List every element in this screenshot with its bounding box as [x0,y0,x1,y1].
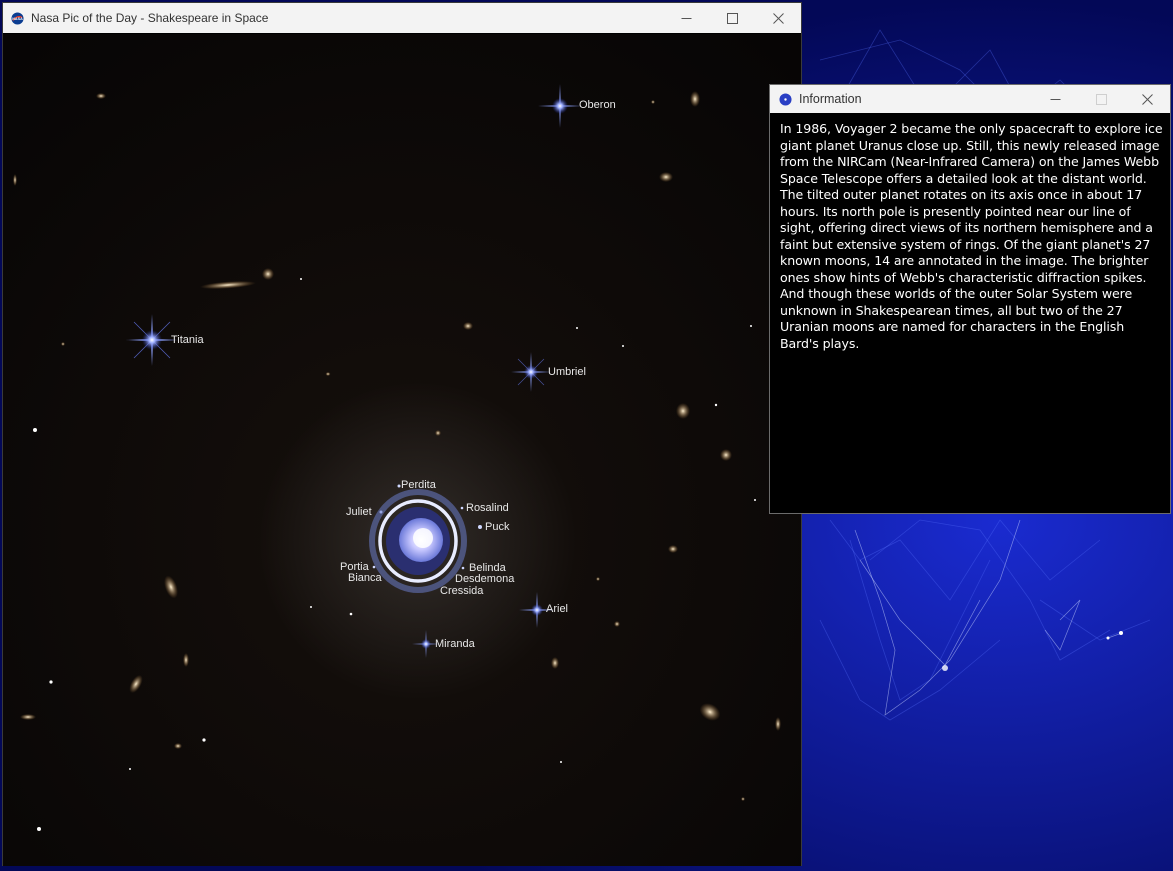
nasa-logo-icon: NASA [11,11,24,25]
info-description-text: In 1986, Voyager 2 became the only space… [780,121,1163,351]
svg-text:NASA: NASA [12,16,23,20]
info-maximize-button [1078,84,1124,114]
main-title-bar[interactable]: NASA Nasa Pic of the Day - Shakespeare i… [3,3,801,33]
info-dot-icon [779,92,792,106]
uranus-moons-image [3,34,801,866]
moon-label-miranda: Miranda [435,638,475,650]
moon-label-titania: Titania [171,334,204,346]
info-title-bar[interactable]: Information [770,85,1170,113]
main-window: NASA Nasa Pic of the Day - Shakespeare i… [2,2,802,866]
moon-label-umbriel: Umbriel [548,366,586,378]
moon-label-ariel: Ariel [546,603,569,615]
info-minimize-button[interactable] [1032,84,1078,114]
moon-label-desdemona: Desdemona [455,573,515,585]
maximize-button[interactable] [709,3,755,33]
moon-label-puck: Puck [485,521,510,533]
information-window: Information In 1986, Voyager 2 became th… [769,84,1171,514]
window-title: Nasa Pic of the Day - Shakespeare in Spa… [31,11,269,25]
minimize-icon [681,17,691,19]
moon-label-oberon: Oberon [579,99,616,111]
close-button[interactable] [755,3,801,33]
minimize-button[interactable] [663,3,709,33]
close-icon [772,12,784,24]
maximize-icon [1095,93,1107,105]
info-close-button[interactable] [1124,84,1170,114]
moon-label-juliet: Juliet [346,506,372,518]
moon-label-bianca: Bianca [348,572,382,584]
moon-label-rosalind: Rosalind [466,502,509,514]
info-window-title: Information [799,92,862,106]
moon-label-perdita: Perdita [401,479,436,491]
close-icon [1141,93,1153,105]
moon-label-cressida: Cressida [440,585,484,597]
maximize-icon [726,12,738,24]
minimize-icon [1050,98,1060,100]
